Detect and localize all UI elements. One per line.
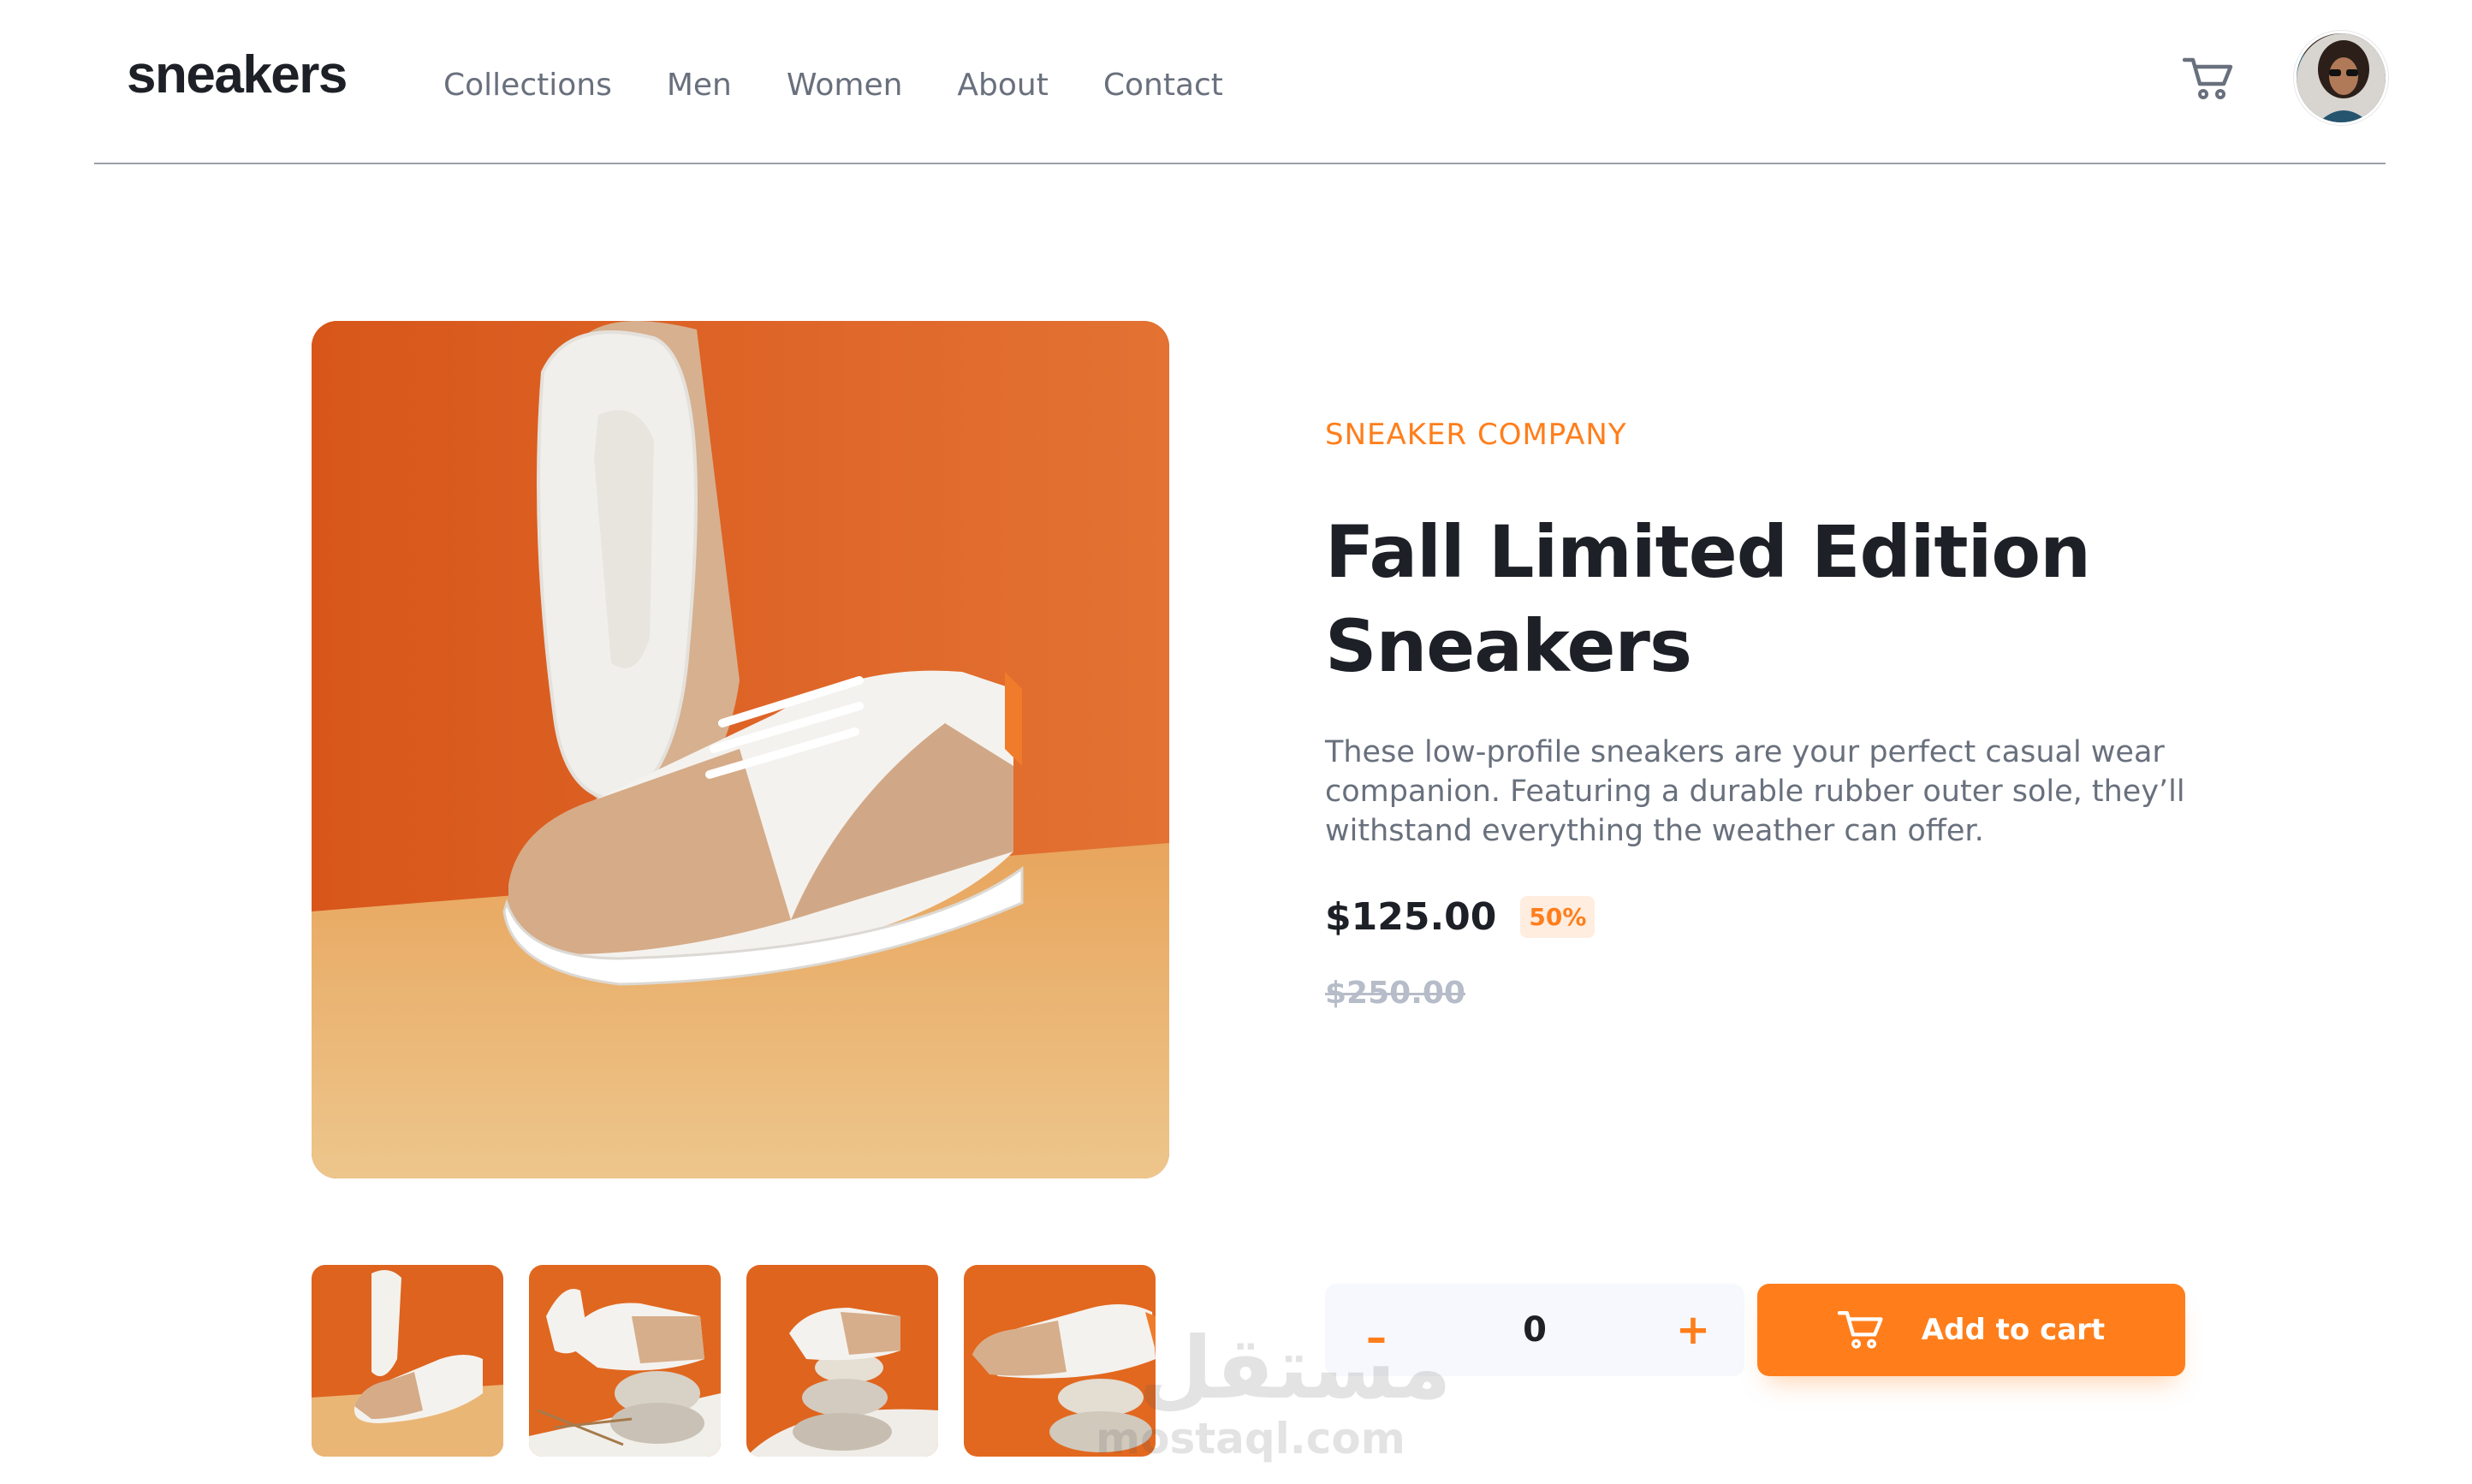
- add-to-cart-button[interactable]: Add to cart: [1757, 1284, 2185, 1376]
- thumbnail-4[interactable]: [964, 1265, 1156, 1457]
- current-price: $125.00: [1325, 895, 1497, 939]
- avatar[interactable]: [2294, 31, 2388, 125]
- nav-collections[interactable]: Collections: [443, 65, 612, 106]
- price-row: $125.00 50%: [1325, 895, 1596, 939]
- main-nav: Collections Men Women About Contact: [443, 65, 1278, 106]
- cart-icon: [1837, 1309, 1884, 1350]
- nav-women[interactable]: Women: [787, 65, 903, 106]
- nav-contact[interactable]: Contact: [1103, 65, 1223, 106]
- company-label: SNEAKER COMPANY: [1325, 418, 1627, 452]
- logo[interactable]: sneakers: [127, 45, 348, 105]
- original-price: $250.00: [1325, 976, 1465, 1011]
- site-header: sneakers Collections Men Women About Con…: [94, 0, 2388, 164]
- nav-men[interactable]: Men: [667, 65, 732, 106]
- decrease-quantity-button[interactable]: –: [1325, 1284, 1428, 1376]
- quantity-stepper: – 0 +: [1325, 1284, 1744, 1376]
- quantity-value: 0: [1523, 1310, 1547, 1350]
- thumbnail-1[interactable]: [312, 1265, 503, 1457]
- product-title: Fall Limited Edition Sneakers: [1325, 510, 2091, 688]
- thumbnail-3[interactable]: [746, 1265, 938, 1457]
- increase-quantity-button[interactable]: +: [1642, 1284, 1744, 1376]
- product-description: These low-profile sneakers are your perf…: [1325, 735, 2185, 848]
- nav-about[interactable]: About: [957, 65, 1048, 106]
- product-page: sneakers Collections Men Women About Con…: [0, 0, 2472, 1484]
- thumbnail-2[interactable]: [529, 1265, 721, 1457]
- add-to-cart-label: Add to cart: [1921, 1313, 2106, 1347]
- product-main-image[interactable]: [312, 321, 1169, 1178]
- discount-badge: 50%: [1520, 896, 1596, 938]
- cart-icon[interactable]: [2182, 56, 2234, 101]
- thumbnail-strip: [312, 1265, 1181, 1457]
